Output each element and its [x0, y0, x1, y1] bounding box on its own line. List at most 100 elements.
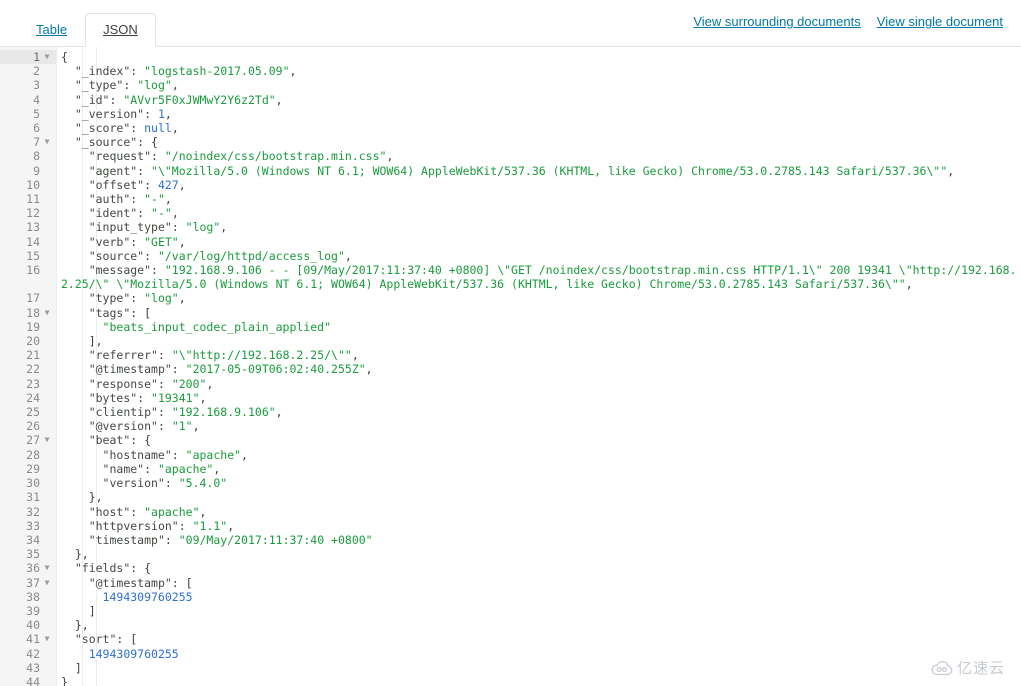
token-k: "ident"	[88, 206, 138, 221]
token-p: ]	[74, 660, 82, 675]
code-line: 15 "source": "/var/log/httpd/access_log"…	[0, 249, 1021, 263]
code-line: 1 ▼ {	[0, 50, 1021, 65]
fold-toggle-icon[interactable]: ▼	[42, 576, 52, 590]
line-content: "auth": "-",	[56, 192, 1021, 206]
tab-json[interactable]: JSON	[85, 13, 156, 47]
line-number: 19	[26, 319, 40, 334]
token-p: ,	[227, 518, 235, 533]
token-s: "logstash-2017.05.09"	[144, 64, 290, 79]
token-k: "name"	[102, 461, 145, 476]
line-number: 39	[26, 603, 40, 618]
token-s: "beats_input_codec_plain_applied"	[102, 319, 332, 334]
line-content: ],	[56, 334, 1021, 348]
token-k: "@timestamp"	[88, 575, 172, 590]
json-viewer[interactable]: 1 ▼{2 "_index": "logstash-2017.05.09", 3 "…	[0, 47, 1021, 686]
token-k: "version"	[102, 476, 165, 491]
line-number: 34	[26, 532, 40, 547]
fold-toggle-icon[interactable]: ▼	[42, 135, 52, 149]
watermark-text: 亿速云	[956, 659, 1005, 677]
token-n: 1	[157, 106, 165, 121]
line-content: "input_type": "log",	[56, 220, 1021, 234]
token-p: ,	[206, 376, 214, 391]
line-number: 21	[26, 348, 40, 363]
line-number: 35	[26, 547, 40, 562]
token-s: "19341"	[151, 390, 200, 405]
line-number: 12	[26, 206, 40, 221]
json-code-block[interactable]: 1 ▼{2 "_index": "logstash-2017.05.09", 3 "…	[0, 47, 1021, 686]
token-s: "/noindex/css/bootstrap.min.css"	[164, 149, 387, 164]
token-k: "timestamp"	[88, 532, 165, 547]
token-k: "offset"	[88, 177, 145, 192]
line-number: 20	[26, 334, 40, 349]
fold-toggle-icon[interactable]: ▼	[42, 632, 52, 646]
token-p: ,	[178, 177, 186, 192]
token-k: "clientip"	[88, 405, 158, 420]
line-number: 2	[33, 64, 40, 79]
code-line: 33 "httpversion": "1.1",	[0, 519, 1021, 533]
line-number: 17	[26, 291, 40, 306]
token-s: "192.168.9.106"	[171, 405, 276, 420]
line-content: "source": "/var/log/httpd/access_log",	[56, 249, 1021, 263]
tab-table[interactable]: Table	[18, 13, 85, 47]
token-p: ,	[164, 192, 172, 207]
token-p: :	[109, 92, 124, 107]
token-k: "type"	[88, 291, 131, 306]
line-content: "beat": {	[56, 433, 1021, 447]
token-s: "192.168.9.106 - - [09/May/2017:11:37:40…	[61, 263, 1017, 292]
token-k: "_index"	[74, 64, 131, 79]
line-content: "_type": "log",	[56, 78, 1021, 92]
token-k: "_score"	[74, 121, 131, 136]
line-number: 42	[26, 646, 40, 661]
line-content: "_source": {	[56, 135, 1021, 149]
token-p: : {	[137, 135, 158, 150]
token-s: "1.1"	[192, 518, 228, 533]
code-line: 37 ▼ "@timestamp": [	[0, 576, 1021, 590]
token-k: "fields"	[74, 561, 131, 576]
token-s: "/var/log/httpd/access_log"	[157, 248, 345, 263]
token-n: 1494309760255	[102, 589, 193, 604]
code-line: 43 ]	[0, 661, 1021, 675]
fold-toggle-icon[interactable]: ▼	[42, 50, 52, 64]
header-link-surrounding-documents[interactable]: View surrounding documents	[693, 15, 860, 28]
token-p: ,	[275, 92, 283, 107]
token-s: "log"	[137, 78, 172, 93]
code-line: 30 "version": "5.4.0"	[0, 476, 1021, 490]
fold-toggle-icon[interactable]: ▼	[42, 306, 52, 320]
line-content: "_id": "AVvr5F0xJWMwY2Y6z2Td",	[56, 93, 1021, 107]
token-k: "beat"	[88, 433, 131, 448]
line-number: 6	[33, 121, 40, 136]
token-k: "_version"	[74, 106, 145, 121]
line-number: 8	[33, 149, 40, 164]
line-number: 7 ▼	[0, 135, 56, 149]
line-number: 25	[26, 405, 40, 420]
token-k: "_type"	[74, 78, 124, 93]
token-s: "2017-05-09T06:02:40.255Z"	[185, 362, 366, 377]
line-content: "fields": {	[56, 561, 1021, 575]
token-p: :	[151, 149, 165, 164]
header-links: View surrounding documents View single do…	[693, 15, 1003, 28]
token-p: },	[74, 618, 89, 633]
token-p: :	[178, 518, 193, 533]
token-p: ,	[289, 64, 297, 79]
token-p: ,	[905, 277, 913, 292]
token-p: :	[171, 362, 186, 377]
token-p: :	[144, 461, 158, 476]
fold-toggle-icon[interactable]: ▼	[42, 433, 52, 447]
line-number: 30	[26, 476, 40, 491]
line-content: },	[56, 490, 1021, 504]
line-number: 26	[26, 419, 40, 434]
token-s: "-"	[151, 206, 172, 221]
token-s: "\"Mozilla/5.0 (Windows NT 6.1; WOW64) A…	[151, 163, 948, 178]
token-p: :	[157, 376, 172, 391]
token-k: "httpversion"	[88, 518, 179, 533]
fold-toggle-icon[interactable]: ▼	[42, 561, 52, 575]
code-line: 18 ▼ "tags": [	[0, 306, 1021, 320]
token-s: "log"	[185, 220, 221, 235]
line-content: },	[56, 618, 1021, 632]
document-viewer-header: Table JSON View surrounding documents View…	[0, 0, 1021, 47]
token-k: "sort"	[74, 632, 117, 647]
token-p: :	[130, 234, 145, 249]
token-s: "apache"	[144, 504, 200, 519]
token-p: }	[61, 674, 68, 686]
header-link-single-document[interactable]: View single document	[877, 15, 1003, 28]
